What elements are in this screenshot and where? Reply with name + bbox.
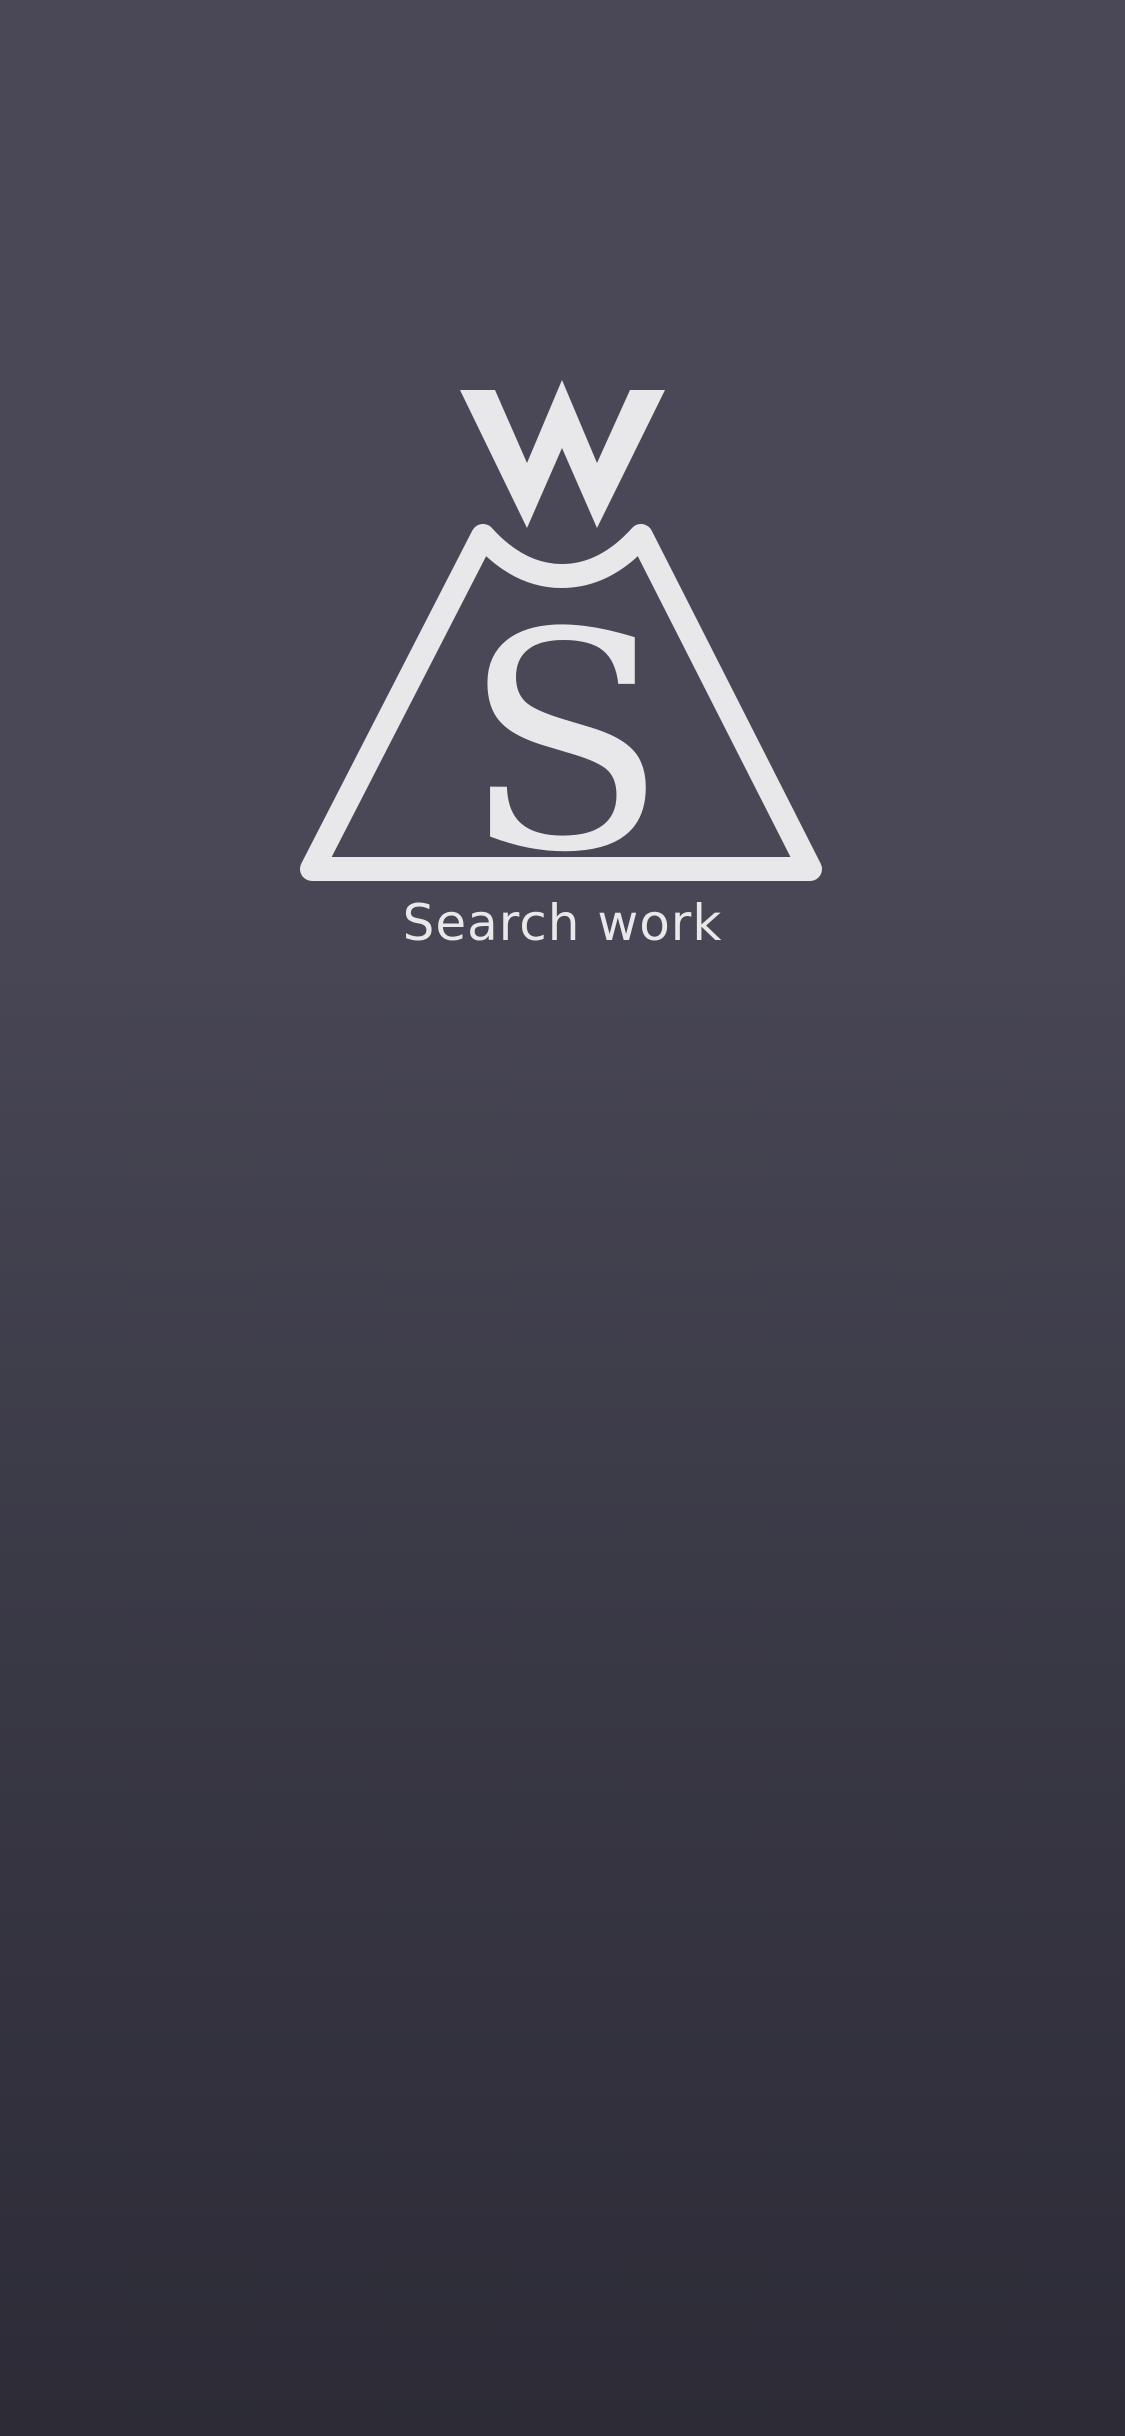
ws-triangle-logo-icon: S [300, 380, 822, 890]
splash-screen: S Search work [0, 0, 1125, 2436]
logo-letter-w [460, 380, 665, 528]
logo-letter-s: S [462, 569, 668, 890]
app-name-label: Search work [402, 894, 723, 952]
app-logo: S [290, 370, 835, 890]
